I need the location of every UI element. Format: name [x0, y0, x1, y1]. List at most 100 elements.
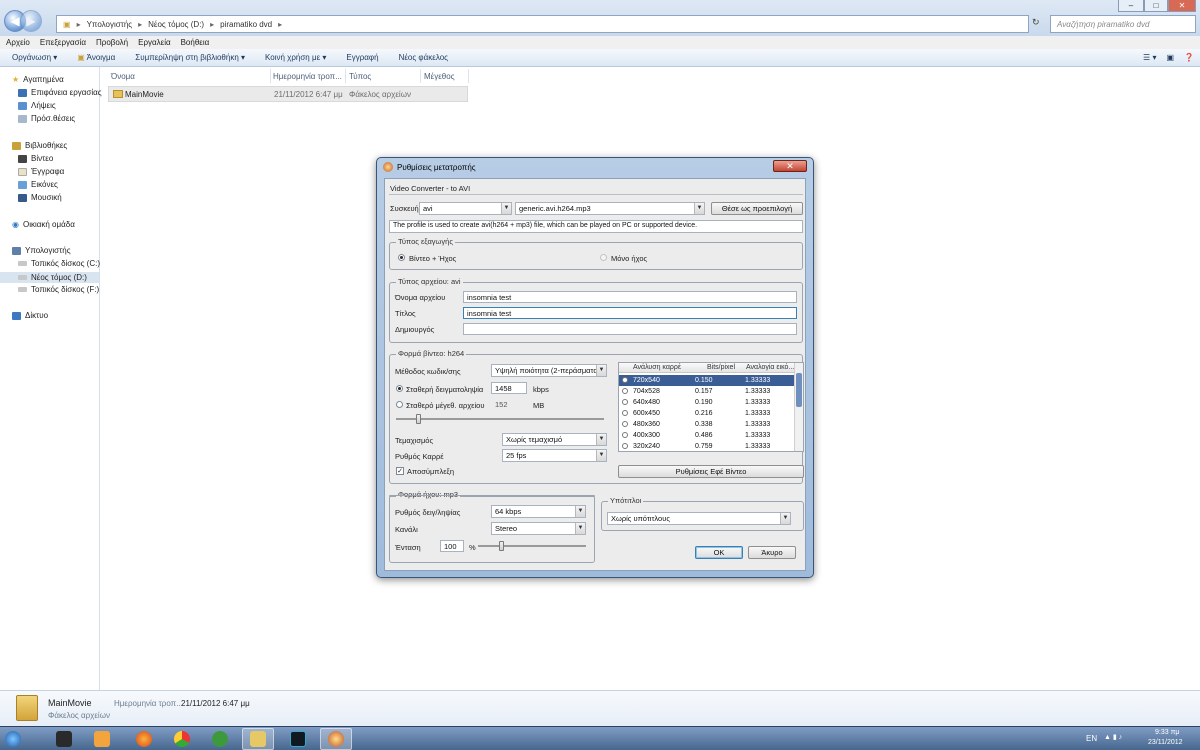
column-date[interactable]: Ημερομηνία τροπ... [273, 72, 342, 81]
dialog-close-button[interactable]: ✕ [773, 160, 807, 172]
constant-bitrate-radio[interactable] [396, 385, 403, 392]
nav-recent[interactable]: Πρόσ.θέσεις [18, 114, 75, 123]
breadcrumb-computer[interactable]: Υπολογιστής [87, 20, 133, 29]
resolution-row[interactable]: 600x450 0.216 1.33333 [619, 408, 795, 419]
row-radio[interactable] [622, 410, 628, 416]
bitrate-input[interactable]: 1458 [491, 382, 527, 394]
scrollbar-thumb[interactable] [796, 373, 802, 407]
volume-slider-thumb[interactable] [499, 541, 504, 551]
resolution-list[interactable]: Ανάλυση καρρέ Bits/pixel Αναλογία εικό..… [618, 362, 804, 452]
burn-button[interactable]: Εγγραφή [346, 53, 378, 62]
menu-file[interactable]: Αρχείο [6, 38, 30, 47]
include-library-button[interactable]: Συμπερίληψη στη βιβλιοθήκη ▾ [135, 53, 245, 62]
close-window-button[interactable]: ✕ [1168, 0, 1196, 12]
cancel-button[interactable]: Άκυρο [748, 546, 796, 559]
menu-view[interactable]: Προβολή [96, 38, 128, 47]
row-radio[interactable] [622, 377, 628, 383]
volume-slider[interactable] [478, 545, 586, 547]
filename-input[interactable]: insomnia test [463, 291, 797, 303]
taskbar-chrome[interactable] [166, 728, 198, 750]
volume-input[interactable]: 100 [440, 540, 464, 552]
row-radio[interactable] [622, 443, 628, 449]
nav-videos[interactable]: Βίντεο [18, 154, 53, 163]
column-divider[interactable] [345, 69, 346, 83]
new-folder-button[interactable]: Νέος φάκελος [399, 53, 448, 62]
file-row[interactable]: MainMovie 21/11/2012 6:47 μμ Φάκελος αρχ… [108, 86, 468, 102]
ok-button[interactable]: OK [695, 546, 743, 559]
clock-date[interactable]: 23/11/2012 [1148, 739, 1183, 746]
resolution-list-scrollbar[interactable] [794, 363, 803, 451]
constant-size-radio[interactable] [396, 401, 403, 408]
column-type[interactable]: Τύπος [349, 72, 371, 81]
maximize-button[interactable]: □ [1144, 0, 1168, 12]
deinterlace-checkbox[interactable]: ✓ [396, 467, 404, 475]
nav-desktop[interactable]: Επιφάνεια εργασίας [18, 88, 102, 97]
refresh-icon[interactable]: ↻ [1032, 17, 1040, 28]
fps-select[interactable]: 25 fps ▼ [502, 449, 607, 462]
row-radio[interactable] [622, 399, 628, 405]
bitrate-slider-thumb[interactable] [416, 414, 421, 424]
taskbar-app-3[interactable] [282, 728, 314, 750]
row-radio[interactable] [622, 421, 628, 427]
taskbar-converter[interactable] [320, 728, 352, 750]
share-button[interactable]: Κοινή χρήση με ▾ [265, 53, 326, 62]
taskbar-app-2[interactable] [86, 728, 118, 750]
nav-computer[interactable]: Υπολογιστής [12, 246, 71, 255]
taskbar-firefox[interactable] [128, 728, 160, 750]
split-select[interactable]: Χωρίς τεμαχισμό ▼ [502, 433, 607, 446]
taskbar-app-1[interactable] [48, 728, 80, 750]
help-icon[interactable]: ❓ [1184, 53, 1194, 62]
tray-icons[interactable]: ▲ ▮ ♪ [1104, 733, 1122, 741]
view-options-icon[interactable]: ☰ ▾ [1143, 53, 1156, 62]
open-button[interactable]: ▣ Άνοιγμα [77, 53, 115, 62]
search-input[interactable]: Αναζήτηση piramatiko dvd [1050, 15, 1196, 33]
column-resolution[interactable]: Ανάλυση καρρέ [633, 364, 681, 371]
bitrate-slider[interactable] [396, 418, 604, 420]
row-radio[interactable] [622, 388, 628, 394]
column-size[interactable]: Μέγεθος [424, 72, 455, 81]
menu-help[interactable]: Βοήθεια [181, 38, 210, 47]
column-bits[interactable]: Bits/pixel [707, 364, 735, 371]
nav-favorites[interactable]: ★ Αγαπημένα [12, 75, 64, 84]
taskbar-explorer[interactable] [242, 728, 274, 750]
row-radio[interactable] [622, 432, 628, 438]
video-audio-radio[interactable] [398, 254, 405, 261]
nav-music[interactable]: Μουσική [18, 193, 62, 202]
device-select[interactable]: avi ▼ [419, 202, 512, 215]
column-divider[interactable] [468, 69, 469, 83]
nav-documents[interactable]: Έγγραφα [18, 167, 64, 176]
nav-drive-d[interactable]: Νέος τόμος (D:) [0, 272, 99, 283]
forward-button[interactable]: ▶ [20, 10, 42, 32]
breadcrumb-drive[interactable]: Νέος τόμος (D:) [148, 20, 204, 29]
resolution-row[interactable]: 720x540 0.150 1.33333 [619, 375, 795, 386]
nav-downloads[interactable]: Λήψεις [18, 101, 56, 110]
resolution-row[interactable]: 400x300 0.486 1.33333 [619, 430, 795, 441]
resolution-row[interactable]: 480x360 0.338 1.33333 [619, 419, 795, 430]
video-effects-button[interactable]: Ρυθμίσεις Εφέ Βίντεο [618, 465, 804, 478]
set-default-button[interactable]: Θέσε ως προεπιλογή [711, 202, 803, 215]
nav-drive-c[interactable]: Τοπικός δίσκος (C:) [18, 259, 100, 268]
profile-select[interactable]: generic.avi.h264.mp3 ▼ [515, 202, 705, 215]
column-divider[interactable] [420, 69, 421, 83]
audio-only-radio[interactable] [600, 254, 607, 261]
nav-homegroup[interactable]: ◉ Οικιακή ομάδα [12, 220, 75, 229]
channels-select[interactable]: Stereo ▼ [491, 522, 586, 535]
resolution-row[interactable]: 640x480 0.190 1.33333 [619, 397, 795, 408]
column-divider[interactable] [270, 69, 271, 83]
breadcrumb-folder[interactable]: piramatiko dvd [220, 20, 272, 29]
nav-libraries[interactable]: Βιβλιοθήκες [12, 141, 67, 150]
column-name[interactable]: Όνομα [111, 72, 135, 81]
language-indicator[interactable]: EN [1086, 734, 1097, 743]
minimize-button[interactable]: – [1118, 0, 1144, 12]
nav-drive-f[interactable]: Τοπικός δίσκος (F:) [18, 285, 99, 294]
subtitles-select[interactable]: Χωρίς υπότιτλους ▼ [607, 512, 791, 525]
audio-rate-select[interactable]: 64 kbps ▼ [491, 505, 586, 518]
menu-edit[interactable]: Επεξεργασία [40, 38, 86, 47]
taskbar-utorrent[interactable] [204, 728, 236, 750]
file-size-input[interactable]: 152 [491, 398, 527, 410]
creator-input[interactable] [463, 323, 797, 335]
clock-time[interactable]: 9:33 πμ [1155, 729, 1179, 736]
nav-network[interactable]: Δίκτυο [12, 311, 48, 320]
organize-button[interactable]: Οργάνωση ▾ [12, 53, 57, 62]
start-button[interactable] [2, 728, 24, 750]
